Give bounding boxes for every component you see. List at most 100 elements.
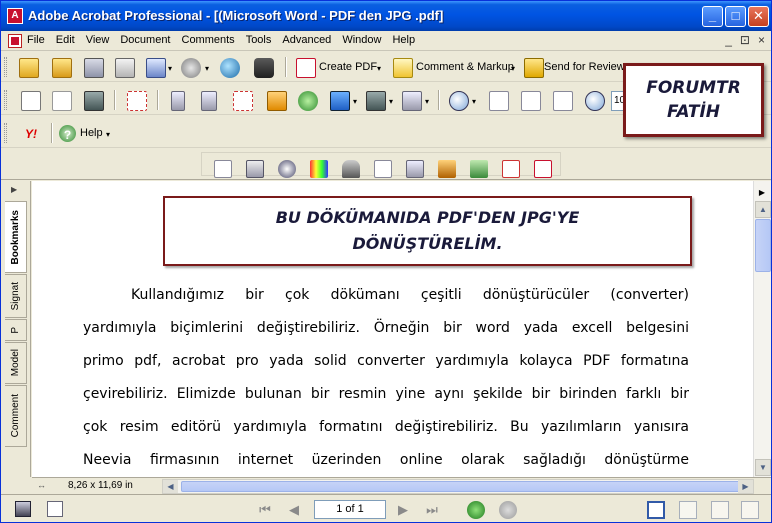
screen-view-icon[interactable] [15, 501, 31, 517]
send-review-label[interactable]: Send for Review [544, 61, 625, 73]
menu-file[interactable]: File [27, 34, 45, 46]
previous-page-button[interactable]: ◀ [285, 502, 303, 518]
crop-icon[interactable] [233, 91, 253, 111]
create-pdf-icon[interactable] [296, 58, 316, 78]
preview-icon[interactable] [246, 160, 264, 178]
help-label[interactable]: Help [80, 127, 103, 139]
nav-panel-arrow-icon[interactable]: ▶ [11, 185, 17, 194]
pdf-file-icon[interactable] [534, 160, 552, 178]
folder-icon[interactable] [52, 58, 72, 78]
previous-view-icon[interactable] [467, 501, 485, 519]
find-icon[interactable] [278, 160, 296, 178]
page-view-icon[interactable] [47, 501, 63, 517]
ink-icon[interactable] [470, 160, 488, 178]
minimize-button[interactable]: _ [702, 6, 723, 27]
pointer-icon[interactable] [171, 91, 185, 111]
menu-window[interactable]: Window [342, 34, 381, 46]
scroll-right-panel-arrow-icon[interactable]: ▶ [753, 188, 771, 200]
doc-close-button[interactable]: × [758, 33, 765, 47]
toolbar-grip[interactable] [4, 57, 7, 77]
single-page-view-icon[interactable] [647, 501, 665, 519]
select-text-icon[interactable] [52, 91, 72, 111]
doc-restore-button[interactable]: ⊡ [740, 33, 750, 47]
scroll-up-button[interactable]: ▲ [755, 201, 771, 218]
fit-width-icon[interactable] [553, 91, 573, 111]
zoom-out-icon[interactable] [585, 91, 605, 111]
continuous-facing-view-icon[interactable] [741, 501, 759, 519]
pages-icon[interactable] [214, 160, 232, 178]
zoom-in-icon[interactable] [449, 91, 469, 111]
horizontal-scroll-thumb[interactable] [181, 481, 741, 492]
document-page[interactable]: BU DÖKÜMANIDA PDF'DEN JPG'YE DÖNÜŞTÜRELİ… [32, 181, 753, 477]
create-pdf-label[interactable]: Create PDF [319, 61, 377, 73]
attach-dropdown-icon[interactable]: ▾ [205, 64, 209, 73]
maximize-button[interactable]: □ [725, 6, 746, 27]
object-tool-icon[interactable] [298, 91, 318, 111]
search-binoculars-icon[interactable] [254, 58, 274, 78]
measure-tool-icon[interactable] [402, 91, 422, 111]
toolbar-grip[interactable] [4, 90, 7, 110]
measure-dropdown-icon[interactable]: ▾ [425, 97, 429, 106]
scroll-left-button[interactable]: ◀ [163, 480, 178, 493]
touchup-icon[interactable] [267, 91, 287, 111]
acrobat-app-icon[interactable]: A [7, 8, 23, 24]
menu-help[interactable]: Help [392, 34, 415, 46]
shape-tool-icon[interactable] [330, 91, 350, 111]
menu-view[interactable]: View [86, 34, 110, 46]
tab-signatures[interactable]: Signat [5, 274, 27, 318]
tab-model[interactable]: Model [5, 342, 27, 384]
scroll-right-button[interactable]: ▶ [738, 480, 753, 493]
tab-pages[interactable]: P [5, 319, 27, 341]
vertical-scroll-thumb[interactable] [755, 219, 771, 272]
tab-comments[interactable]: Comment [5, 385, 27, 447]
print-icon[interactable] [115, 58, 135, 78]
email-icon[interactable] [220, 58, 240, 78]
fit-page-icon[interactable] [521, 91, 541, 111]
vertical-scrollbar[interactable]: ▲ ▼ [753, 181, 771, 477]
actual-size-icon[interactable] [489, 91, 509, 111]
crop-pages-icon[interactable] [406, 160, 424, 178]
close-button[interactable]: ✕ [748, 6, 769, 27]
menu-advanced[interactable]: Advanced [282, 34, 331, 46]
pencil-icon[interactable] [438, 160, 456, 178]
title-bar[interactable]: A Adobe Acrobat Professional - [(Microso… [1, 1, 771, 31]
attach-icon[interactable] [181, 58, 201, 78]
link-tool-icon[interactable] [201, 91, 217, 111]
next-view-icon[interactable] [499, 501, 517, 519]
stamp-tool-icon[interactable] [342, 160, 360, 178]
continuous-view-icon[interactable] [679, 501, 697, 519]
send-review-icon[interactable] [524, 58, 544, 78]
menu-edit[interactable]: Edit [56, 34, 75, 46]
scroll-down-button[interactable]: ▼ [755, 459, 771, 476]
facing-view-icon[interactable] [711, 501, 729, 519]
select-object-icon[interactable] [127, 91, 147, 111]
toolbar-grip[interactable] [4, 123, 7, 143]
export-icon[interactable] [502, 160, 520, 178]
first-page-button[interactable]: ⏮ [256, 502, 274, 518]
menu-document[interactable]: Document [120, 34, 170, 46]
shape-dropdown-icon[interactable]: ▾ [353, 97, 357, 106]
document-tool-icon[interactable] [374, 160, 392, 178]
doc-minimize-button[interactable]: _ [725, 33, 732, 47]
horizontal-scrollbar[interactable]: ◀ ▶ [162, 479, 754, 494]
help-dropdown-icon[interactable]: ▾ [106, 130, 110, 139]
organizer-icon[interactable] [146, 58, 166, 78]
create-pdf-dropdown-icon[interactable]: ▾ [377, 64, 381, 73]
document-icon[interactable] [8, 34, 22, 48]
comment-markup-icon[interactable] [393, 58, 413, 78]
hand-tool-icon[interactable] [21, 91, 41, 111]
yahoo-icon[interactable]: Y! [19, 124, 43, 144]
zoom-dropdown-icon[interactable]: ▾ [472, 97, 476, 106]
last-page-button[interactable]: ⏭ [423, 502, 441, 518]
save-icon[interactable] [84, 58, 104, 78]
organizer-dropdown-icon[interactable]: ▾ [168, 64, 172, 73]
movie-dropdown-icon[interactable]: ▾ [389, 97, 393, 106]
expand-arrows-icon[interactable]: ↔ [37, 480, 46, 490]
color-icon[interactable] [310, 160, 328, 178]
comment-markup-label[interactable]: Comment & Markup [416, 61, 514, 73]
menu-tools[interactable]: Tools [246, 34, 272, 46]
snapshot-icon[interactable] [84, 91, 104, 111]
help-icon[interactable]: ? [59, 125, 76, 142]
movie-tool-icon[interactable] [366, 91, 386, 111]
next-page-button[interactable]: ▶ [394, 502, 412, 518]
